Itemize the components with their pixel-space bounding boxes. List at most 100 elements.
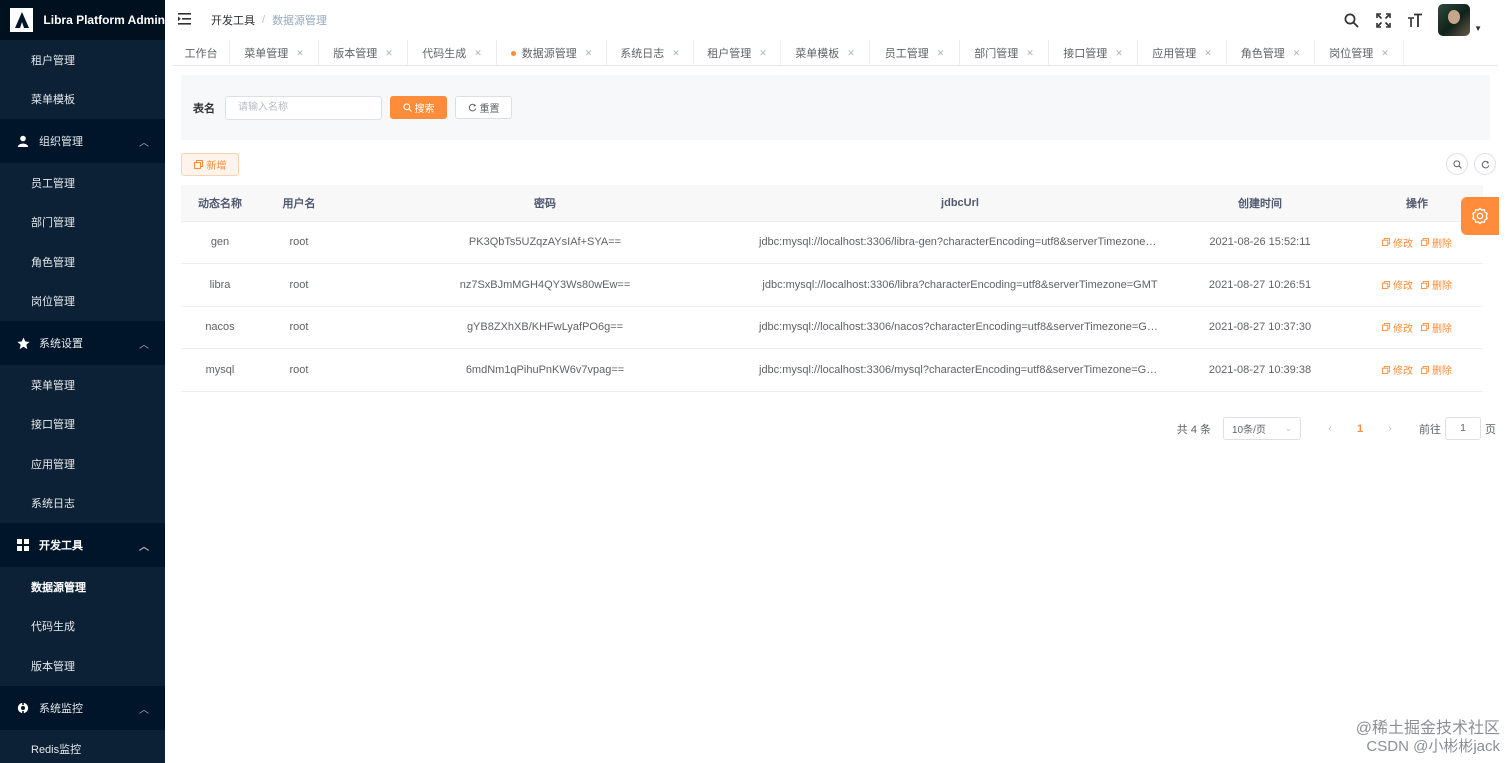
tab-5[interactable]: 系统日志 ✕ bbox=[607, 40, 694, 66]
edit-button[interactable]: 修改 bbox=[1382, 277, 1413, 292]
sidebar-item-6[interactable]: 岗位管理 bbox=[0, 281, 165, 321]
cell-user: root bbox=[259, 221, 339, 264]
sidebar-menu: 租户管理 菜单模板 组织管理 ︿ 员工管理部门管理 角色管理 岗位管理系统设置 ︿ 菜单管理 接口… bbox=[0, 40, 165, 763]
sidebar-group-12[interactable]: 开发工具 ︿ bbox=[0, 523, 165, 567]
close-icon[interactable]: ✕ bbox=[1381, 48, 1389, 59]
copy-icon bbox=[193, 160, 203, 169]
sidebar-group-2[interactable]: 组织管理 ︿ bbox=[0, 119, 165, 163]
table-name-input[interactable] bbox=[225, 95, 382, 120]
sidebar-item-8[interactable]: 菜单管理 bbox=[0, 365, 165, 405]
settings-gear-button[interactable] bbox=[1461, 197, 1499, 235]
table-row: nacos root gYB8ZXhXB/KHFwLyafPO6g== jdbc:my… bbox=[181, 306, 1483, 349]
page-number-current[interactable]: 1 bbox=[1345, 423, 1375, 435]
tab-10[interactable]: 接口管理 ✕ bbox=[1049, 40, 1138, 66]
delete-button[interactable]: 删除 bbox=[1421, 235, 1452, 250]
fullscreen-icon[interactable] bbox=[1374, 11, 1392, 29]
tab-1[interactable]: 菜单管理 ✕ bbox=[230, 40, 319, 66]
tab-3[interactable]: 代码生成 ✕ bbox=[408, 40, 497, 66]
column-header: 用户名 bbox=[259, 185, 339, 222]
page-size-select[interactable]: 10条/页 ⌄ bbox=[1223, 417, 1301, 440]
prev-page-button[interactable]: ‹ bbox=[1315, 423, 1345, 435]
tab-12[interactable]: 角色管理 ✕ bbox=[1227, 40, 1315, 66]
cell-password: 6mdNm1qPihuPnKW6v7vpag== bbox=[339, 348, 751, 392]
sidebar-item-17[interactable]: Redis监控 bbox=[0, 729, 165, 763]
search-icon bbox=[402, 103, 412, 112]
delete-button[interactable]: 删除 bbox=[1421, 362, 1452, 377]
close-icon[interactable]: ✕ bbox=[759, 48, 767, 59]
close-icon[interactable]: ✕ bbox=[1115, 48, 1123, 59]
delete-button[interactable]: 删除 bbox=[1421, 320, 1452, 335]
toggle-search-button[interactable] bbox=[1446, 153, 1468, 175]
delete-button[interactable]: 删除 bbox=[1421, 277, 1452, 292]
next-page-button[interactable]: › bbox=[1375, 423, 1405, 435]
close-icon[interactable]: ✕ bbox=[1026, 48, 1034, 59]
edit-button[interactable]: 修改 bbox=[1382, 235, 1413, 250]
tab-6[interactable]: 租户管理 ✕ bbox=[694, 40, 781, 66]
table-row: mysql root 6mdNm1qPihuPnKW6v7vpag== jdbc:my… bbox=[181, 348, 1483, 392]
close-icon[interactable]: ✕ bbox=[1293, 48, 1301, 59]
column-header: 密码 bbox=[339, 185, 751, 222]
watermark-juejin: @稀土掘金技术社区 bbox=[1355, 720, 1500, 737]
close-icon[interactable]: ✕ bbox=[1204, 48, 1212, 59]
sidebar-item-9[interactable]: 接口管理 bbox=[0, 404, 165, 444]
close-icon[interactable]: ✕ bbox=[474, 48, 482, 59]
column-header: 创建时间 bbox=[1169, 185, 1351, 222]
search-button[interactable]: 搜索 bbox=[390, 96, 447, 119]
sidebar-item-label: 员工管理 bbox=[31, 177, 75, 190]
close-icon[interactable]: ✕ bbox=[585, 48, 593, 59]
sidebar-item-10[interactable]: 应用管理 bbox=[0, 444, 165, 484]
chevron-up-icon: ︿ bbox=[139, 340, 149, 351]
tab-label: 菜单模板 bbox=[795, 48, 840, 60]
sidebar-item-11[interactable]: 系统日志 bbox=[0, 483, 165, 523]
tab-2[interactable]: 版本管理 ✕ bbox=[319, 40, 408, 66]
tab-label: 员工管理 bbox=[884, 48, 929, 60]
sidebar-group-label: 系统设置 bbox=[39, 338, 83, 350]
sidebar-item-0[interactable]: 租户管理 bbox=[0, 40, 165, 80]
tab-0[interactable]: 工作台 bbox=[173, 40, 230, 66]
cell-jdbc: jdbc:mysql://localhost:3306/nacos?charac… bbox=[751, 306, 1169, 349]
tab-9[interactable]: 部门管理 ✕ bbox=[960, 40, 1049, 66]
sidebar-item-5[interactable]: 角色管理 bbox=[0, 242, 165, 282]
font-size-icon[interactable] bbox=[1406, 11, 1424, 29]
edit-button[interactable]: 修改 bbox=[1382, 362, 1413, 377]
tab-label: 岗位管理 bbox=[1329, 48, 1374, 60]
search-icon[interactable] bbox=[1342, 11, 1360, 29]
logo-bar[interactable]: Libra Platform Admin bbox=[0, 0, 165, 40]
tab-13[interactable]: 岗位管理 ✕ bbox=[1315, 40, 1404, 66]
close-icon[interactable]: ✕ bbox=[296, 48, 304, 59]
avatar-caret-icon[interactable]: ▼ bbox=[1474, 24, 1482, 33]
sidebar-group-16[interactable]: 系统监控 ︿ bbox=[0, 685, 165, 730]
sidebar-item-13[interactable]: 数据源管理 bbox=[0, 567, 165, 607]
cell-password: gYB8ZXhXB/KHFwLyafPO6g== bbox=[339, 306, 751, 349]
close-icon[interactable]: ✕ bbox=[672, 48, 680, 59]
goto-page-input[interactable] bbox=[1445, 417, 1481, 440]
cell-password: nz7SxBJmMGH4QY3Ws80wEw== bbox=[339, 263, 751, 307]
sidebar-item-15[interactable]: 版本管理 bbox=[0, 646, 165, 686]
sidebar-item-14[interactable]: 代码生成 bbox=[0, 606, 165, 646]
breadcrumb-separator: / bbox=[262, 14, 266, 26]
close-icon[interactable]: ✕ bbox=[937, 48, 945, 59]
sidebar-item-4[interactable]: 部门管理 bbox=[0, 202, 165, 242]
close-icon[interactable]: ✕ bbox=[385, 48, 393, 59]
pagination: 共 4 条 10条/页 ⌄ ‹ 1 › 前往 页 bbox=[1177, 417, 1496, 440]
edit-button[interactable]: 修改 bbox=[1382, 320, 1413, 335]
sidebar-item-3[interactable]: 员工管理 bbox=[0, 163, 165, 203]
cell-actions: 修改 删除 bbox=[1351, 263, 1483, 307]
reset-button[interactable]: 重置 bbox=[455, 96, 512, 119]
tab-11[interactable]: 应用管理 ✕ bbox=[1138, 40, 1227, 66]
sidebar-group-7[interactable]: 系统设置 ︿ bbox=[0, 321, 165, 365]
tab-7[interactable]: 菜单模板 ✕ bbox=[781, 40, 870, 66]
sidebar-group-label: 开发工具 bbox=[39, 540, 83, 552]
tab-8[interactable]: 员工管理 ✕ bbox=[870, 40, 960, 66]
add-button[interactable]: 新增 bbox=[181, 153, 239, 176]
breadcrumb-parent[interactable]: 开发工具 bbox=[211, 12, 255, 28]
tab-4[interactable]: 数据源管理 ✕ bbox=[497, 40, 607, 66]
tab-label: 应用管理 bbox=[1152, 48, 1197, 60]
page-suffix: 页 bbox=[1485, 423, 1496, 436]
user-avatar[interactable] bbox=[1438, 4, 1471, 36]
tab-label: 工作台 bbox=[184, 48, 218, 60]
hamburger-icon[interactable] bbox=[178, 12, 192, 28]
close-icon[interactable]: ✕ bbox=[847, 48, 855, 59]
refresh-table-button[interactable] bbox=[1474, 153, 1496, 175]
sidebar-item-1[interactable]: 菜单模板 bbox=[0, 79, 165, 119]
